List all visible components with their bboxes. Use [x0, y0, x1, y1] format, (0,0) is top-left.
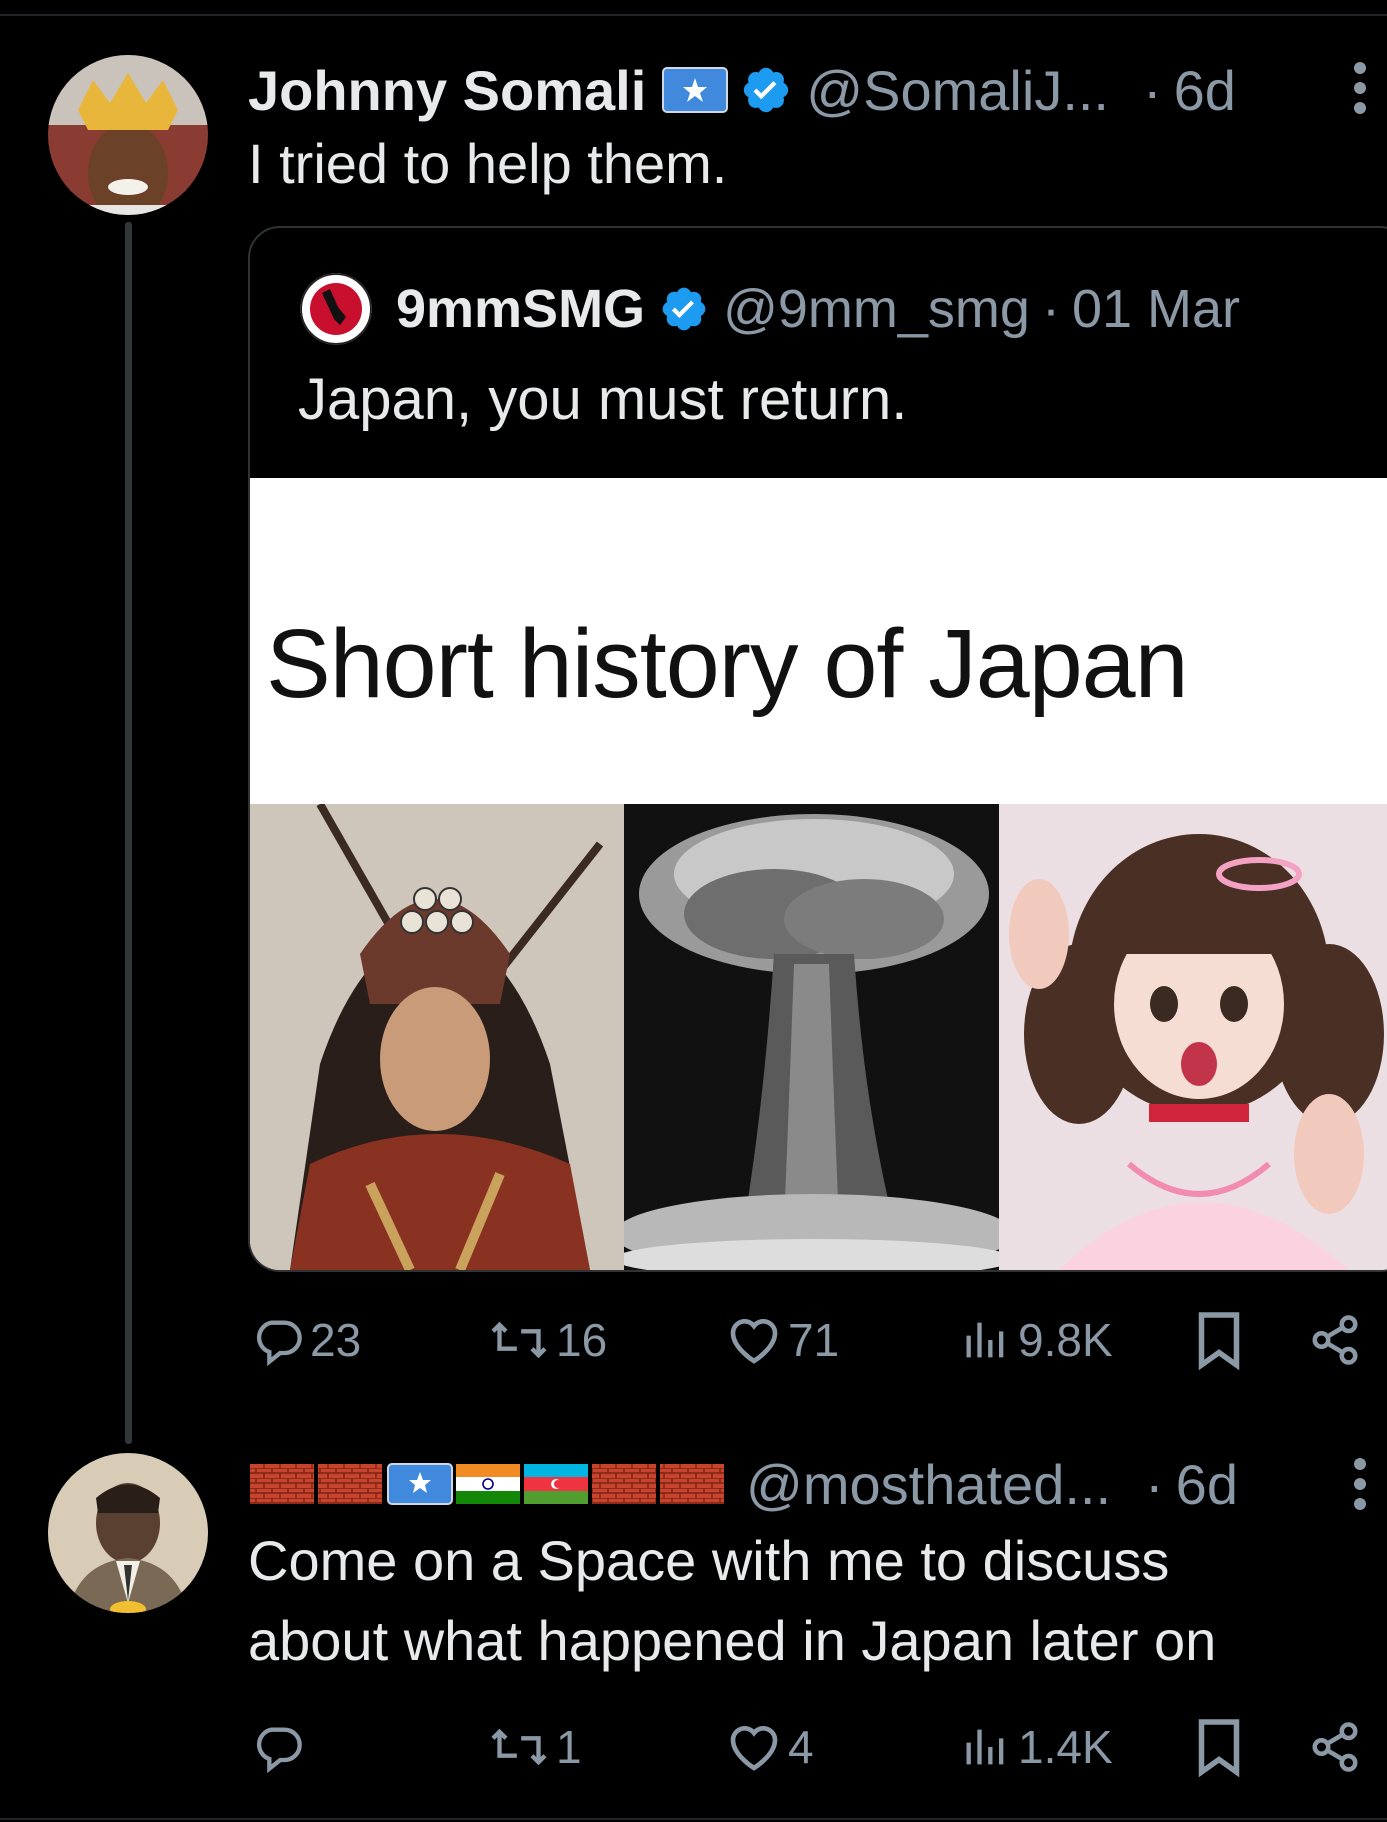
repost-icon [491, 1728, 547, 1766]
bottom-divider [0, 1818, 1387, 1820]
repost-count: 16 [556, 1314, 608, 1366]
reply-button[interactable]: 23 [252, 1305, 361, 1375]
bookmark-button[interactable] [1194, 1712, 1244, 1782]
author-handle[interactable]: @SomaliJ... [806, 58, 1109, 123]
repost-button[interactable]: 16 [488, 1305, 607, 1375]
brick-and-flags-icon [250, 1463, 724, 1505]
quoted-author-name[interactable]: 9mmSMG [396, 278, 645, 340]
more-options-icon[interactable] [1350, 1456, 1370, 1512]
tweet2-header: @mosthated... · 6d [248, 1446, 1238, 1522]
like-button[interactable]: 4 [726, 1712, 814, 1782]
views-button[interactable]: 1.4K [960, 1712, 1113, 1782]
reply-icon [256, 1727, 302, 1773]
quoted-author-handle[interactable]: @9mm_smg [723, 278, 1030, 340]
9mmsmg-avatar[interactable] [300, 273, 372, 345]
repost-count: 1 [556, 1721, 582, 1773]
tweet1-header: Johnny Somali @SomaliJ... · 6d [248, 52, 1236, 128]
top-divider [0, 14, 1387, 16]
somalia-flag-icon [662, 67, 729, 113]
tweet-time[interactable]: 6d [1176, 1452, 1238, 1517]
quoted-tweet-image[interactable]: Short history of Japan [250, 478, 1387, 1270]
bookmark-icon [1198, 1312, 1240, 1370]
like-count: 71 [788, 1314, 840, 1366]
mushroom-cloud-photo [624, 804, 999, 1270]
view-count: 9.8K [1018, 1314, 1113, 1366]
more-options-icon[interactable] [1350, 60, 1370, 116]
views-button[interactable]: 9.8K [960, 1305, 1113, 1375]
verified-badge-icon[interactable] [659, 284, 709, 334]
anime-style-girl-photo [999, 804, 1387, 1270]
tweet2-actions-bar: 1 4 1.4K [248, 1712, 1387, 1782]
author-handle[interactable]: @mosthated... [746, 1452, 1111, 1517]
quoted-tweet-text: Japan, you must return. [298, 367, 908, 432]
share-button[interactable] [1308, 1712, 1362, 1782]
share-icon [1312, 1315, 1358, 1365]
tweet-text: I tried to help them. [248, 132, 728, 195]
reply-icon [256, 1320, 302, 1366]
reply-count: 23 [310, 1314, 362, 1366]
like-button[interactable]: 71 [726, 1305, 839, 1375]
repost-button[interactable]: 1 [488, 1712, 582, 1782]
verified-badge-icon[interactable] [740, 64, 792, 116]
heart-icon [730, 1319, 778, 1364]
tweet-time[interactable]: 6d [1174, 58, 1236, 123]
tweet-text-line-2: about what happened in Japan later on [248, 1609, 1217, 1672]
mosthated-avatar[interactable] [48, 1453, 208, 1613]
separator-dot: · [1145, 1452, 1164, 1516]
meme-title: Short history of Japan [266, 609, 1189, 718]
separator-dot: · [1143, 58, 1162, 122]
name-emoji-flags[interactable] [248, 1458, 738, 1510]
tweet-text-line-1: Come on a Space with me to discuss [248, 1529, 1170, 1592]
share-icon [1312, 1722, 1358, 1772]
quoted-tweet-date[interactable]: 01 Mar [1072, 278, 1240, 340]
views-chart-icon [966, 1322, 1004, 1358]
bookmark-icon [1198, 1719, 1240, 1777]
heart-icon [730, 1726, 778, 1771]
separator-dot: · [1041, 279, 1060, 339]
bookmark-button[interactable] [1194, 1305, 1244, 1375]
johnny-somali-avatar[interactable] [48, 55, 208, 215]
like-count: 4 [788, 1721, 814, 1773]
repost-icon [491, 1321, 547, 1359]
thread-connector-line [125, 222, 132, 1444]
tweet1-actions-bar: 23 16 71 9.8K [248, 1305, 1387, 1375]
reply-button[interactable] [252, 1712, 310, 1782]
quoted-tweet-card[interactable]: 9mmSMG @9mm_smg · 01 Mar Japan, you must… [248, 226, 1387, 1272]
samurai-illustration [250, 804, 624, 1270]
view-count: 1.4K [1018, 1721, 1113, 1773]
share-button[interactable] [1308, 1305, 1362, 1375]
views-chart-icon [966, 1729, 1004, 1765]
quoted-tweet-header: 9mmSMG @9mm_smg · 01 Mar [300, 273, 1240, 345]
author-name[interactable]: Johnny Somali [248, 58, 646, 123]
